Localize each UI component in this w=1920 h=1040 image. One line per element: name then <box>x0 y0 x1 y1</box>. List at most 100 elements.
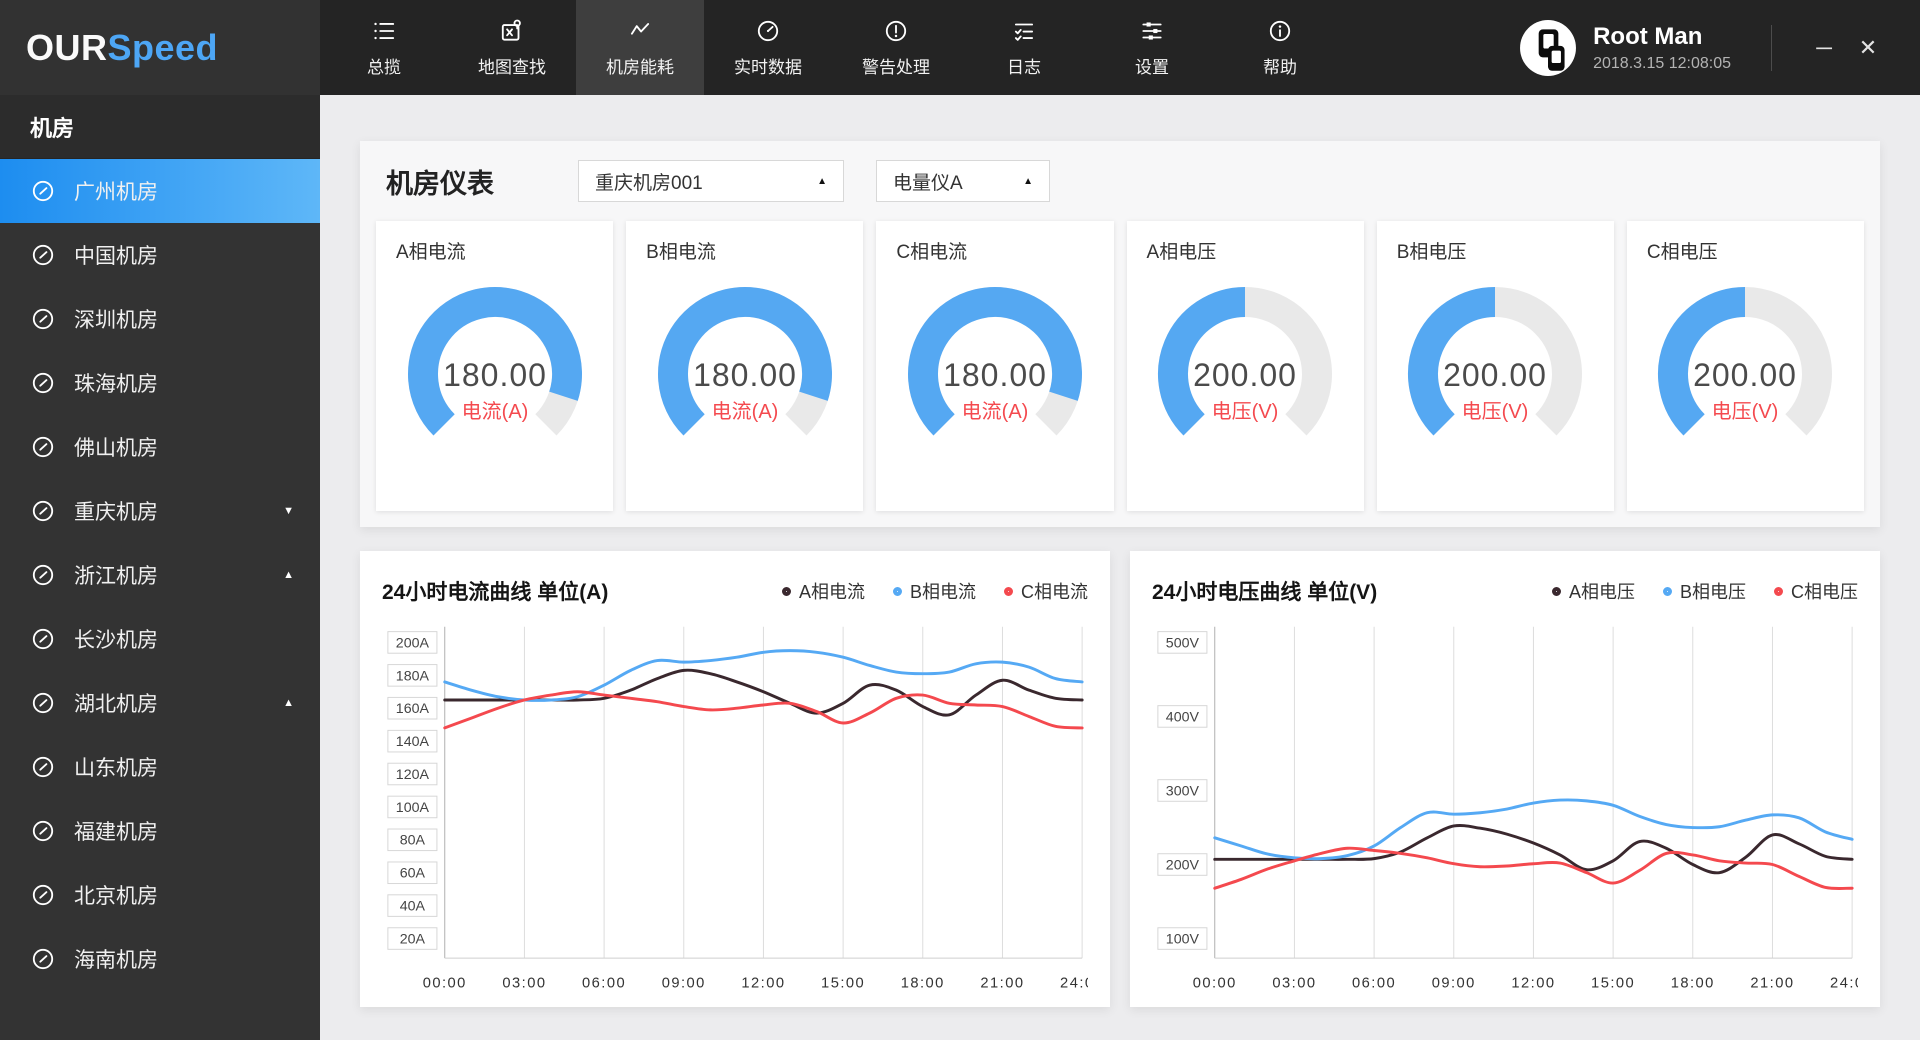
sidebar-item-hubei[interactable]: 湖北机房 ▲ <box>0 671 320 735</box>
svg-text:00:00: 00:00 <box>1193 976 1237 992</box>
user-datetime: 2018.3.15 12:08:05 <box>1593 54 1731 72</box>
topbar: OURSpeed 总揽 地图查找 机房能耗 实时数据 警告处理 日志 设置 帮助 Root M… <box>0 0 1920 95</box>
nav-item-label: 帮助 <box>1263 58 1297 77</box>
sidebar-item-foshan[interactable]: 佛山机房 <box>0 415 320 479</box>
sidebar-item-beijing[interactable]: 北京机房 <box>0 863 320 927</box>
sidebar-item-fujian[interactable]: 福建机房 <box>0 799 320 863</box>
sidebar-item-zhongguo[interactable]: 中国机房 <box>0 223 320 287</box>
gauge-arc: 200.00 电压(V) <box>1408 287 1583 436</box>
svg-text:12:00: 12:00 <box>1511 976 1555 992</box>
current-chart-header: 24小时电流曲线 单位(A) A相电流 B相电流 C相电流 <box>382 569 1088 613</box>
legend-label: A相电压 <box>1568 582 1635 602</box>
gauge-value: 180.00 <box>443 357 547 393</box>
svg-text:03:00: 03:00 <box>502 976 546 992</box>
svg-text:160A: 160A <box>396 701 430 717</box>
chart-gridlines <box>523 626 1083 959</box>
svg-text:06:00: 06:00 <box>582 976 626 992</box>
svg-text:120A: 120A <box>396 767 430 783</box>
gauge-value: 180.00 <box>693 357 797 393</box>
nav-item-settings[interactable]: 设置 <box>1088 0 1216 95</box>
svg-text:12:00: 12:00 <box>741 976 785 992</box>
sidebar-item-label: 中国机房 <box>74 245 158 268</box>
sidebar-item-label: 浙江机房 <box>74 565 158 588</box>
gauge-unit-label: 电流(A) <box>461 400 528 423</box>
sidebar-item-hainan[interactable]: 海南机房 <box>0 927 320 991</box>
svg-text:100A: 100A <box>396 800 430 816</box>
gauge-dial: 200.00 电压(V) <box>1145 282 1345 463</box>
sidebar: 机房 广州机房中国机房深圳机房 珠海机房佛山机房重庆机房 ▼ 浙江机房 ▲ 长沙机房 湖北机… <box>0 95 320 1040</box>
gauge-icon <box>30 882 56 908</box>
nav-item-help[interactable]: 帮助 <box>1216 0 1344 95</box>
chevron-up-icon[interactable]: ▲ <box>283 569 294 581</box>
gauge-title: A相电流 <box>396 242 466 263</box>
current-chart-title: 24小时电流曲线 单位(A) <box>382 581 609 604</box>
nav-item-overview[interactable]: 总揽 <box>320 0 448 95</box>
help-icon <box>1267 17 1293 45</box>
gauge-dial: 180.00 电流(A) <box>645 282 845 463</box>
close-button[interactable]: ✕ <box>1846 35 1890 61</box>
svg-text:40A: 40A <box>400 898 426 914</box>
legend-item[interactable]: A相电流 <box>781 578 865 604</box>
gauge-icon <box>30 178 56 204</box>
legend-item[interactable]: C相电压 <box>1774 578 1858 604</box>
nav-item-map-search[interactable]: 地图查找 <box>448 0 576 95</box>
nav-item-label: 实时数据 <box>734 58 802 77</box>
svg-text:09:00: 09:00 <box>1432 976 1476 992</box>
meter-select[interactable]: 电量仪A ▲ <box>876 160 1050 202</box>
nav-item-realtime[interactable]: 实时数据 <box>704 0 832 95</box>
sidebar-item-chongqing[interactable]: 重庆机房 ▼ <box>0 479 320 543</box>
legend-item[interactable]: B相电流 <box>892 578 976 604</box>
gauge-title: B相电流 <box>646 242 716 263</box>
nav-item-energy[interactable]: 机房能耗 <box>576 0 704 95</box>
sidebar-item-changsha[interactable]: 长沙机房 <box>0 607 320 671</box>
current-chart-legend: A相电流 B相电流 C相电流 <box>781 578 1088 604</box>
gauge-icon <box>30 946 56 972</box>
gauge-card: A相电压 200.00 电压(V) <box>1126 221 1364 511</box>
svg-text:24:00: 24:00 <box>1060 976 1088 992</box>
gauges-panel: 机房仪表 重庆机房001 ▲ 电量仪A ▲ A相电流 180.00 电流(A) … <box>360 141 1880 527</box>
chevron-down-icon[interactable]: ▼ <box>283 505 294 517</box>
user-meta: Root Man 2018.3.15 12:08:05 <box>1593 23 1731 73</box>
minimize-button[interactable]: ─ <box>1802 35 1846 61</box>
gauge-unit-label: 电压(V) <box>1712 400 1779 423</box>
sidebar-item-shenzhen[interactable]: 深圳机房 <box>0 287 320 351</box>
map-search-icon <box>499 17 525 45</box>
svg-text:09:00: 09:00 <box>662 976 706 992</box>
sidebar-item-guangzhou[interactable]: 广州机房 <box>0 159 320 223</box>
sidebar-item-zhejiang[interactable]: 浙江机房 ▲ <box>0 543 320 607</box>
nav-item-alert[interactable]: 警告处理 <box>832 0 960 95</box>
brand-text: OURSpeed <box>26 27 218 69</box>
svg-text:00:00: 00:00 <box>423 976 467 992</box>
alert-icon <box>883 17 909 45</box>
legend-item[interactable]: B相电压 <box>1662 578 1746 604</box>
gauge-unit-label: 电流(A) <box>962 400 1029 423</box>
y-axis-labels: 20A 40A 60A 80A 100A 120A 140A 160A 180A 200A <box>387 631 438 950</box>
svg-text:300V: 300V <box>1166 783 1200 799</box>
sidebar-list: 广州机房中国机房深圳机房 珠海机房佛山机房重庆机房 ▼ 浙江机房 ▲ 长沙机房 湖北机房 ▲ 山… <box>0 159 320 991</box>
gauge-dial: 200.00 电压(V) <box>1395 282 1595 463</box>
sidebar-item-label: 重庆机房 <box>74 501 158 524</box>
legend-item[interactable]: A相电压 <box>1551 578 1635 604</box>
gauge-card: B相电流 180.00 电流(A) <box>626 221 864 511</box>
sidebar-title: 机房 <box>0 95 320 159</box>
svg-text:18:00: 18:00 <box>901 976 945 992</box>
nav-item-log[interactable]: 日志 <box>960 0 1088 95</box>
avatar[interactable] <box>1519 19 1577 77</box>
sidebar-item-shandong[interactable]: 山东机房 <box>0 735 320 799</box>
current-chart-panel: 24小时电流曲线 单位(A) A相电流 B相电流 C相电流 20A 40A 60A 80A… <box>360 551 1110 1008</box>
gauge-card: B相电压 200.00 电压(V) <box>1376 221 1614 511</box>
brand-suffix: Speed <box>107 26 219 68</box>
nav-item-label: 机房能耗 <box>606 58 674 77</box>
legend-ring-icon <box>781 586 791 596</box>
room-select[interactable]: 重庆机房001 ▲ <box>578 160 844 202</box>
gauge-card: C相电压 200.00 电压(V) <box>1626 221 1865 511</box>
gauge-arc: 200.00 电压(V) <box>1158 287 1333 436</box>
chevron-up-icon[interactable]: ▲ <box>283 697 294 709</box>
legend-item[interactable]: C相电流 <box>1004 578 1088 604</box>
sidebar-item-label: 佛山机房 <box>74 437 158 460</box>
gauge-arc: 180.00 电流(A) <box>907 287 1082 436</box>
legend-ring-icon <box>1662 586 1672 596</box>
settings-icon <box>1139 17 1165 45</box>
sidebar-item-zhuhai[interactable]: 珠海机房 <box>0 351 320 415</box>
x-axis-labels: 00:00 03:00 06:00 09:00 12:00 15:00 18:00 21:00… <box>1193 976 1858 992</box>
